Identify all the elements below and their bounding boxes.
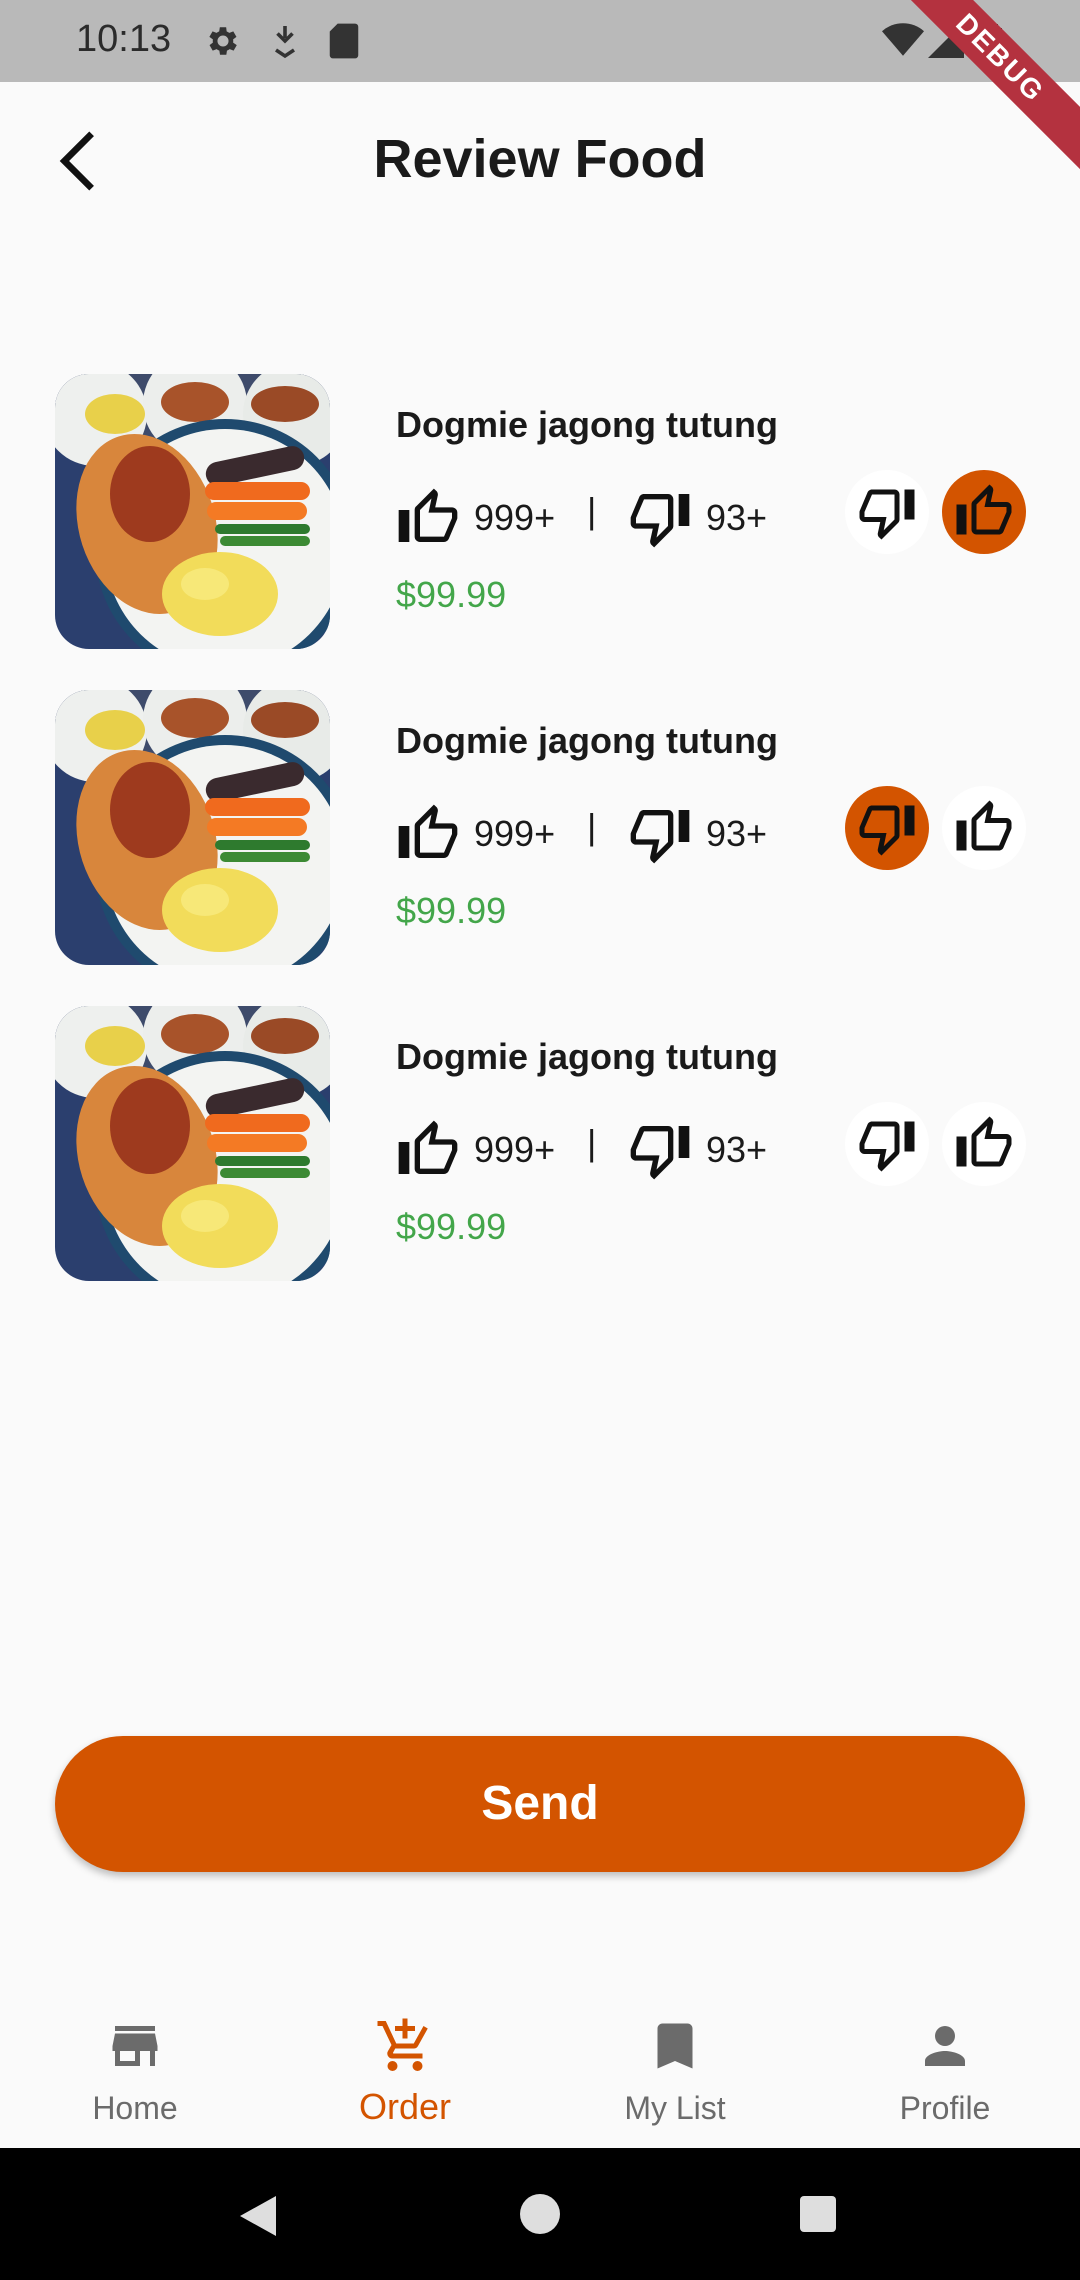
nav-item-order[interactable]: Order bbox=[270, 1990, 540, 2148]
like-count: 999+ bbox=[396, 486, 555, 550]
dislike-count: 93+ bbox=[628, 1118, 767, 1182]
thumbs-up-icon bbox=[398, 804, 458, 858]
dislike-count-value: 93+ bbox=[706, 1129, 768, 1170]
dislike-button[interactable] bbox=[845, 1102, 929, 1186]
system-recents-icon[interactable] bbox=[798, 2194, 838, 2234]
wifi-icon bbox=[882, 23, 924, 56]
food-price: $99.99 bbox=[396, 574, 507, 615]
store-icon bbox=[112, 2026, 158, 2066]
nav-label-profile: Profile bbox=[899, 2090, 991, 2126]
like-button[interactable] bbox=[942, 1102, 1026, 1186]
nav-label-order: Order bbox=[358, 2086, 452, 2127]
system-home-icon[interactable] bbox=[518, 2192, 562, 2236]
food-image bbox=[55, 374, 330, 649]
system-nav-bar bbox=[0, 2148, 1080, 2280]
settings-icon bbox=[209, 27, 237, 55]
like-count-value: 999+ bbox=[474, 497, 556, 538]
thumbs-up-icon bbox=[956, 484, 1012, 535]
food-price: $99.99 bbox=[396, 1206, 507, 1247]
dislike-count: 93+ bbox=[628, 486, 767, 550]
thumbs-down-icon bbox=[630, 810, 690, 864]
thumbs-down-icon bbox=[859, 1121, 915, 1172]
bottom-nav: Home Order My List Profile bbox=[0, 1990, 1080, 2148]
like-count: 999+ bbox=[396, 1118, 555, 1182]
food-name: Dogmie jagong tutung bbox=[396, 404, 778, 445]
status-bar: 10:13 DEBUG bbox=[0, 0, 1080, 180]
thumbs-up-icon bbox=[956, 1116, 1012, 1167]
nav-item-my-list[interactable]: My List bbox=[540, 1990, 810, 2148]
send-button[interactable]: Send bbox=[55, 1736, 1025, 1872]
dislike-count-value: 93+ bbox=[706, 497, 768, 538]
app-header: Review Food bbox=[0, 82, 1080, 242]
stat-divider: | bbox=[587, 806, 597, 847]
food-name: Dogmie jagong tutung bbox=[396, 1036, 778, 1077]
system-back-icon[interactable] bbox=[236, 2192, 280, 2240]
food-image bbox=[55, 1006, 330, 1281]
like-count-value: 999+ bbox=[474, 813, 556, 854]
nav-item-profile[interactable]: Profile bbox=[810, 1990, 1080, 2148]
dislike-count-value: 93+ bbox=[706, 813, 768, 854]
like-button[interactable] bbox=[942, 470, 1026, 554]
status-time: 10:13 bbox=[76, 18, 172, 60]
dislike-count: 93+ bbox=[628, 802, 767, 866]
stat-divider: | bbox=[587, 1122, 597, 1163]
food-price: $99.99 bbox=[396, 890, 507, 931]
like-count: 999+ bbox=[396, 802, 555, 866]
thumbs-up-icon bbox=[956, 800, 1012, 851]
like-button[interactable] bbox=[942, 786, 1026, 870]
bookmark-icon bbox=[657, 2023, 693, 2069]
nav-item-home[interactable]: Home bbox=[0, 1990, 270, 2148]
thumbs-down-icon bbox=[630, 494, 690, 548]
nav-label-my-list: My List bbox=[624, 2090, 726, 2126]
nav-label-home: Home bbox=[92, 2090, 178, 2126]
food-name: Dogmie jagong tutung bbox=[396, 720, 778, 761]
dislike-button[interactable] bbox=[845, 470, 929, 554]
like-count-value: 999+ bbox=[474, 1129, 556, 1170]
food-item: Dogmie jagong tutung 999+ | 93+ $99.99 bbox=[0, 690, 1080, 970]
food-image bbox=[55, 690, 330, 965]
dislike-button[interactable] bbox=[845, 786, 929, 870]
thumbs-down-icon bbox=[630, 1126, 690, 1180]
cart-icon bbox=[377, 2018, 428, 2071]
stat-divider: | bbox=[587, 490, 597, 531]
food-item: Dogmie jagong tutung 999+ | 93+ $99.99 bbox=[0, 1006, 1080, 1286]
download-icon bbox=[275, 26, 295, 59]
page-title: Review Food bbox=[373, 129, 707, 189]
thumbs-down-icon bbox=[859, 805, 915, 856]
food-item: Dogmie jagong tutung 999+ | 93+ $99.99 bbox=[0, 374, 1080, 654]
sd-card-icon bbox=[329, 23, 359, 59]
thumbs-up-icon bbox=[398, 1120, 458, 1174]
person-icon bbox=[925, 2026, 965, 2066]
thumbs-down-icon bbox=[859, 489, 915, 540]
thumbs-up-icon bbox=[398, 488, 458, 542]
